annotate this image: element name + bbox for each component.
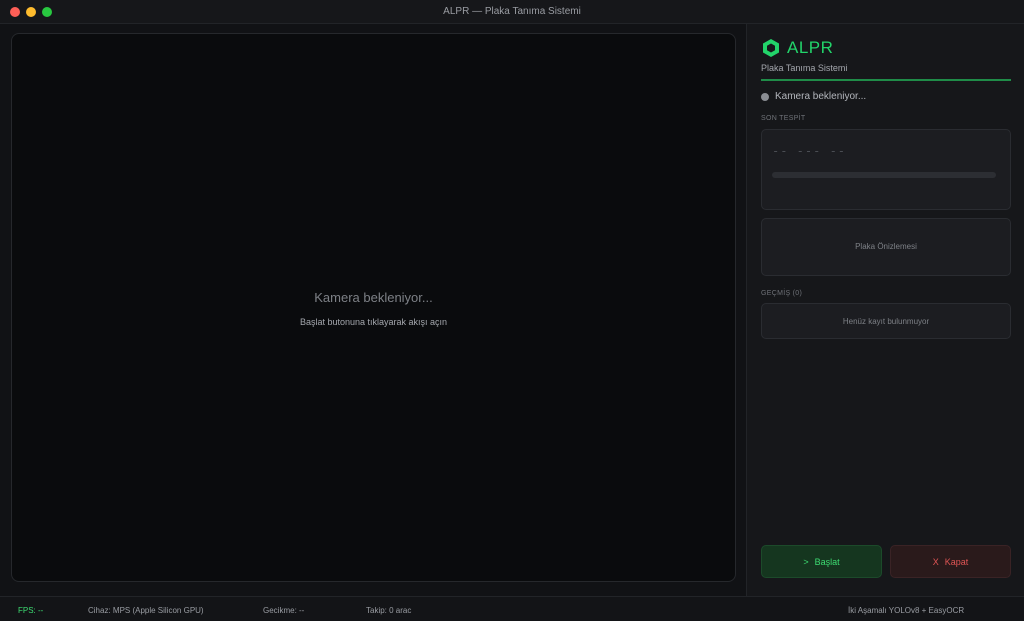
brand-divider	[761, 79, 1011, 81]
title-bar: ALPR — Plaka Tanıma Sistemi	[0, 0, 1024, 24]
confidence-bar	[772, 172, 996, 178]
camera-waiting-message: Kamera bekleniyor...	[314, 290, 433, 305]
status-bar: FPS: -- Cihaz: MPS (Apple Silicon GPU) G…	[0, 596, 1024, 621]
latency-readout: Gecikme: --	[263, 606, 305, 615]
hexagon-logo-icon	[763, 39, 779, 57]
close-window-button[interactable]	[10, 7, 20, 17]
start-button[interactable]: > Başlat	[761, 545, 882, 578]
history-empty-text: Henüz kayıt bulunmuyor	[842, 317, 930, 326]
history-label: GEÇMİŞ (0)	[761, 290, 803, 297]
window-controls	[10, 7, 52, 17]
close-button-label: Kapat	[944, 556, 969, 567]
status-dot-icon	[761, 92, 769, 101]
sidebar: ALPR Plaka Tanıma Sistemi Kamera bekleni…	[746, 24, 1024, 596]
camera-status: Kamera bekleniyor...	[761, 91, 866, 102]
last-detection-label: SON TESPİT	[761, 115, 806, 122]
last-detection-card: -- --- --	[761, 129, 1011, 210]
model-info: İki Aşamalı YOLOv8 + EasyOCR	[848, 606, 965, 615]
play-icon: >	[803, 556, 809, 567]
fps-readout: FPS: --	[18, 606, 44, 615]
brand-subtitle: Plaka Tanıma Sistemi	[761, 63, 848, 73]
plate-preview-text: Plaka Önizlemesi	[855, 242, 917, 251]
close-icon: X	[932, 556, 939, 567]
history-list[interactable]: Henüz kayıt bulunmuyor	[761, 303, 1011, 339]
plate-number-placeholder: -- --- --	[772, 144, 847, 158]
brand: ALPR	[761, 38, 833, 58]
camera-hint: Başlat butonuna tıklayarak akışı açın	[299, 317, 448, 327]
plate-preview-card: Plaka Önizlemesi	[761, 218, 1011, 276]
video-panel: Kamera bekleniyor... Başlat butonuna tık…	[0, 24, 746, 596]
window-title: ALPR — Plaka Tanıma Sistemi	[443, 6, 581, 17]
brand-name: ALPR	[787, 38, 834, 57]
camera-view: Kamera bekleniyor... Başlat butonuna tık…	[11, 33, 736, 582]
camera-status-text: Kamera bekleniyor...	[775, 91, 867, 102]
maximize-window-button[interactable]	[42, 7, 52, 17]
tracking-readout: Takip: 0 arac	[366, 606, 412, 615]
minimize-window-button[interactable]	[26, 7, 36, 17]
start-button-label: Başlat	[814, 556, 840, 567]
close-button[interactable]: X Kapat	[890, 545, 1011, 578]
device-readout: Cihaz: MPS (Apple Silicon GPU)	[88, 606, 204, 615]
